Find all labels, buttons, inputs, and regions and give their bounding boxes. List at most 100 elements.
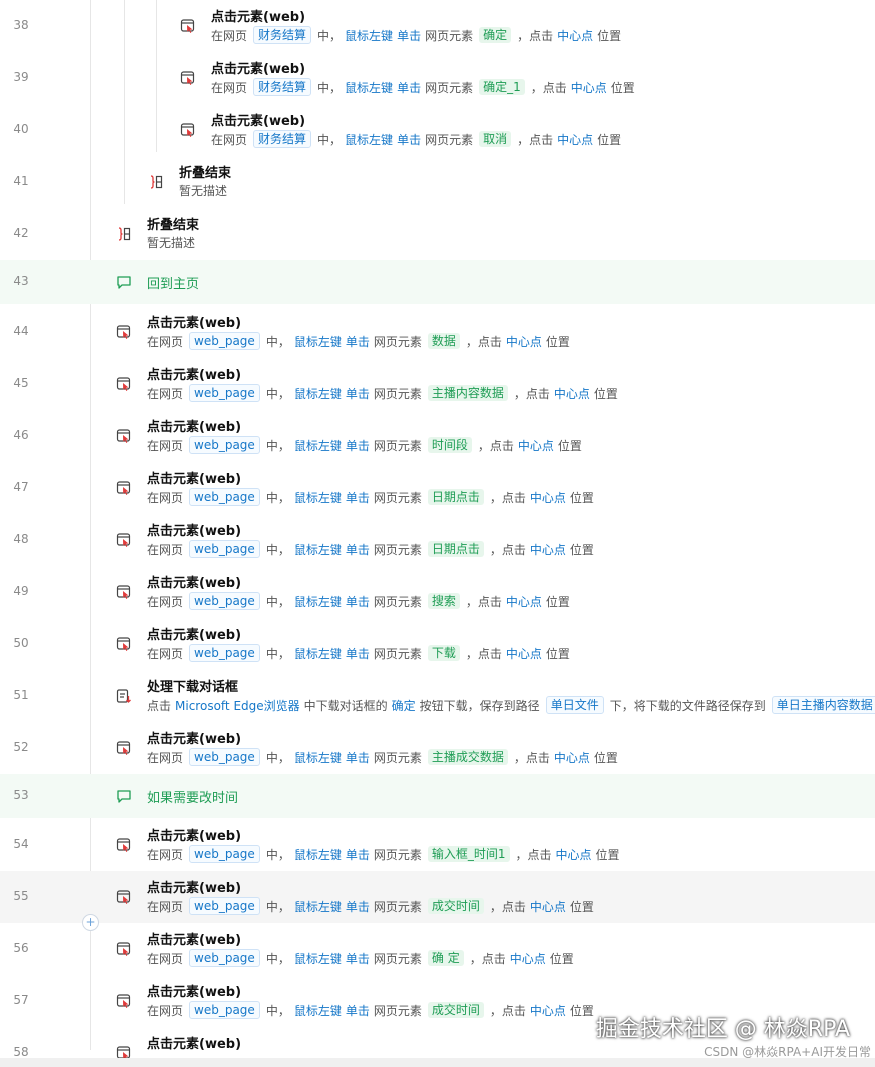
keyword-text: Microsoft Edge浏览器 [175,698,300,713]
comment-row[interactable]: 43 回到主页 [0,260,875,304]
description-text: 在网页 [147,594,184,609]
flow-step-row[interactable]: 50 点击元素(web) 在网页 web_page 中， 鼠标左键 单击 网页元素 下载 ，点击中… [0,618,875,670]
variable-tag[interactable]: web_page [189,592,260,610]
variable-tag[interactable]: 财务结算 [253,26,312,44]
click-element-icon [116,636,132,652]
click-element-icon [180,18,196,34]
element-tag[interactable]: 确 定 [427,950,464,966]
description-text: ，点击 [530,80,567,95]
variable-tag[interactable]: web_page [189,897,260,915]
element-tag[interactable]: 成交时间 [427,1002,484,1018]
line-number: 43 [13,274,29,288]
description-text: 位置 [593,750,618,765]
description-text: 位置 [569,542,594,557]
variable-tag[interactable]: 财务结算 [253,78,312,96]
description-text: 暂无描述 [179,184,228,198]
variable-tag[interactable]: web_page [189,436,260,454]
flow-step-row[interactable]: 41 折叠结束 暂无描述 [0,156,875,208]
description-text: 位置 [569,899,594,914]
element-tag[interactable]: 主播内容数据 [427,385,508,401]
step-title: 点击元素(web) [147,368,242,383]
flow-step-row[interactable]: 38 点击元素(web) 在网页 财务结算 中， 鼠标左键 单击 网页元素 确定 ，点击 中心点 位置 [0,0,875,52]
description-text: 网页元素 [373,951,422,966]
variable-tag[interactable]: web_page [189,384,260,402]
element-tag[interactable]: 数据 [427,333,460,349]
step-title: 点击元素(web) [147,732,242,747]
description-text: ，点击 [465,334,502,349]
element-tag[interactable]: 确定 [479,27,512,43]
variable-tag[interactable]: web_page [189,748,260,766]
keyword-text: 单击 [397,28,422,43]
keyword-text: 鼠标左键 [293,847,342,862]
element-tag[interactable]: 确定_1 [479,79,525,95]
description-text: 中， [265,386,290,401]
keyword-text: 确定 [391,698,416,713]
flow-step-row[interactable]: 45 点击元素(web) 在网页 web_page 中， 鼠标左键 单击 网页元素 主播内容数据… [0,358,875,410]
flow-step-row[interactable]: 49 点击元素(web) 在网页 web_page 中， 鼠标左键 单击 网页元素 搜索 ，点击中… [0,566,875,618]
add-step-button[interactable]: + [82,914,99,931]
flow-step-row[interactable]: 48 点击元素(web) 在网页 web_page 中， 鼠标左键 单击 网页元素 日期点击 ，点… [0,514,875,566]
flow-step-row[interactable]: 42 折叠结束 暂无描述 [0,208,875,260]
description-text: ，点击 [513,750,550,765]
element-tag[interactable]: 搜索 [427,593,460,609]
line-number: 52 [13,740,29,754]
element-tag[interactable]: 取消 [479,131,512,147]
step-title: 点击元素(web) [147,985,242,1000]
variable-tag[interactable]: web_page [189,488,260,506]
fold-end-icon [148,174,164,190]
download-dialog-icon [116,688,132,704]
element-tag[interactable]: 日期点击 [427,489,484,505]
description-text: ，点击 [489,542,526,557]
step-title: 点击元素(web) [147,576,242,591]
keyword-text: 鼠标左键 [293,646,342,661]
flow-step-row[interactable]: 54 点击元素(web) 在网页 web_page 中， 鼠标左键 单击 网页元素 输入框_时间… [0,819,875,871]
flow-step-row[interactable]: 55 点击元素(web) 在网页 web_page 中， 鼠标左键 单击 网页元素 成交时间 ，点… [0,871,875,923]
description-text: 在网页 [147,1003,184,1018]
description-text: 中， [265,750,290,765]
variable-tag[interactable]: web_page [189,949,260,967]
keyword-text: 中心点 [505,594,542,609]
element-tag[interactable]: 成交时间 [427,898,484,914]
keyword-text: 中心点 [555,847,592,862]
step-title: 处理下载对话框 [147,680,239,695]
description-text: 中， [265,646,290,661]
flow-step-row[interactable]: 46 点击元素(web) 在网页 web_page 中， 鼠标左键 单击 网页元素 时间段 ，点击… [0,410,875,462]
flow-step-row[interactable]: 47 点击元素(web) 在网页 web_page 中， 鼠标左键 单击 网页元素 日期点击 ，点… [0,462,875,514]
variable-tag[interactable]: web_page [189,540,260,558]
keyword-text: 单击 [345,899,370,914]
description-text: 在网页 [147,438,184,453]
description-text: 位置 [569,490,594,505]
description-text: ，点击 [489,490,526,505]
description-text: 位置 [549,951,574,966]
variable-tag[interactable]: 财务结算 [253,130,312,148]
element-tag[interactable]: 主播成交数据 [427,749,508,765]
flow-step-row[interactable]: 52 点击元素(web) 在网页 web_page 中， 鼠标左键 单击 网页元素 主播成交数据… [0,722,875,774]
click-element-icon [116,993,132,1009]
flow-step-row[interactable]: 40 点击元素(web) 在网页 财务结算 中， 鼠标左键 单击 网页元素 取消 ，点击 中心点 位置 [0,104,875,156]
step-title: 点击元素(web) [147,524,242,539]
flow-step-row[interactable]: 44 点击元素(web) 在网页 web_page 中， 鼠标左键 单击 网页元素 数据 ，点击中… [0,306,875,358]
variable-tag[interactable]: web_page [189,845,260,863]
comment-row[interactable]: 53 如果需要改时间 [0,774,875,818]
variable-tag[interactable]: web_page [189,1001,260,1019]
element-tag[interactable]: 输入框_时间1 [427,846,510,862]
line-number: 39 [13,70,29,84]
element-tag[interactable]: 日期点击 [427,541,484,557]
step-title: 点击元素(web) [147,316,242,331]
description-text: 在网页 [211,28,248,43]
variable-tag[interactable]: 单日文件 [545,696,604,714]
description-text: 网页元素 [373,646,422,661]
description-text: 中下载对话框的 [303,698,388,713]
element-tag[interactable]: 时间段 [427,437,472,453]
element-tag[interactable]: 下载 [427,645,460,661]
variable-tag[interactable]: 单日主播内容数据 [771,696,875,714]
flow-step-row[interactable]: 56 点击元素(web) 在网页 web_page 中， 鼠标左键 单击 网页元素确 定 ，点击… [0,923,875,975]
keyword-text: 单击 [345,542,370,557]
variable-tag[interactable]: web_page [189,644,260,662]
line-number: 41 [13,174,29,188]
variable-tag[interactable]: web_page [189,332,260,350]
flow-step-row[interactable]: 51 处理下载对话框 点击 Microsoft Edge浏览器 中下载对话框的 确定 按钮下… [0,670,875,722]
keyword-text: 鼠标左键 [293,750,342,765]
description-text: 位置 [545,334,570,349]
flow-step-row[interactable]: 39 点击元素(web) 在网页 财务结算 中， 鼠标左键 单击 网页元素 确定_1 ，点击 中心点… [0,52,875,104]
